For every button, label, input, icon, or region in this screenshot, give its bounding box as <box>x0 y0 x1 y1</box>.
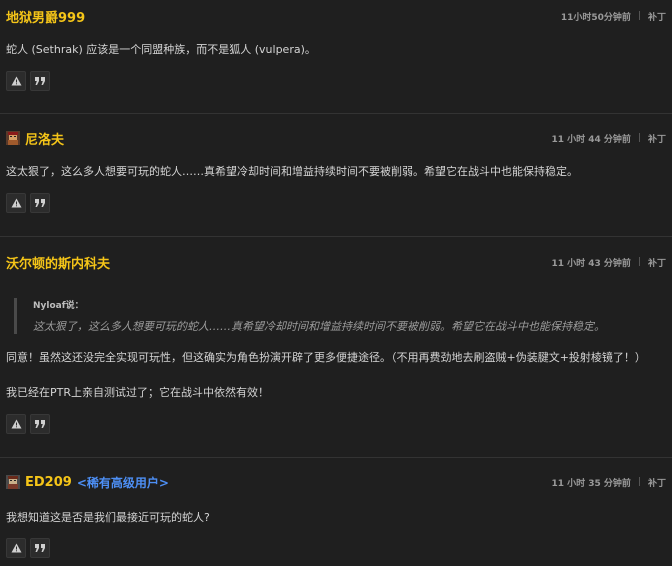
comment-header: 沃尔顿的斯内科夫 11 小时 43 分钟前 | 补丁 <box>6 252 666 272</box>
meta-separator: | <box>637 11 641 21</box>
comment-meta: 11 小时 44 分钟前 | 补丁 <box>551 132 666 145</box>
comment-text: 我已经在PTR上亲自测试过了；它在战斗中依然有效！ <box>6 386 269 399</box>
quote-button[interactable] <box>30 538 50 558</box>
comment: 尼洛夫 11 小时 44 分钟前 | 补丁 这太狠了，这么多人想要可玩的蛇人……… <box>0 128 672 228</box>
timestamp[interactable]: 11 小时 35 分钟前 <box>551 476 630 489</box>
comment-header: 尼洛夫 11 小时 44 分钟前 | 补丁 <box>6 128 666 148</box>
comment-actions <box>6 193 50 213</box>
quote-icon <box>35 77 45 85</box>
character-avatar-icon[interactable] <box>6 475 20 489</box>
comment-actions <box>6 538 50 558</box>
report-button[interactable] <box>6 538 26 558</box>
author-name[interactable]: 沃尔顿的斯内科夫 <box>6 253 110 272</box>
reply-link[interactable]: 补丁 <box>648 476 666 489</box>
comment-actions <box>6 71 50 91</box>
character-avatar-icon[interactable] <box>6 131 20 145</box>
blockquote: Nyloaf说： 这太狠了，这么多人想要可玩的蛇人……真希望冷却时间和增益持续时… <box>14 298 662 334</box>
comment: 沃尔顿的斯内科夫 11 小时 43 分钟前 | 补丁 Nyloaf说： 这太狠了… <box>0 252 672 442</box>
quote-icon <box>35 544 45 552</box>
quote-button[interactable] <box>30 71 50 91</box>
comment-meta: 11 小时 35 分钟前 | 补丁 <box>551 476 666 489</box>
comment-divider <box>0 113 672 114</box>
quote-button[interactable] <box>30 193 50 213</box>
comment-text: 这太狠了，这么多人想要可玩的蛇人……真希望冷却时间和增益持续时间不要被削弱。希望… <box>6 165 578 178</box>
report-button[interactable] <box>6 414 26 434</box>
report-button[interactable] <box>6 71 26 91</box>
quote-text: 这太狠了，这么多人想要可玩的蛇人……真希望冷却时间和增益持续时间不要被削弱。希望… <box>33 320 605 333</box>
quote-author[interactable]: Nyloaf说： <box>33 298 662 311</box>
author-name[interactable]: ED209 <box>25 475 72 490</box>
comment-divider <box>0 457 672 458</box>
comment-header: ED209 <稀有高级用户> 11 小时 35 分钟前 | 补丁 <box>6 472 666 492</box>
timestamp[interactable]: 11 小时 43 分钟前 <box>551 256 630 269</box>
author: 尼洛夫 <box>6 129 64 148</box>
reply-link[interactable]: 补丁 <box>648 10 666 23</box>
reply-link[interactable]: 补丁 <box>648 256 666 269</box>
quote-icon <box>35 199 45 207</box>
comment-actions <box>6 414 50 434</box>
comment-meta: 11小时50分钟前 | 补丁 <box>561 10 666 23</box>
warning-icon <box>11 198 21 208</box>
warning-icon <box>11 543 21 553</box>
comment-meta: 11 小时 43 分钟前 | 补丁 <box>551 256 666 269</box>
timestamp[interactable]: 11 小时 44 分钟前 <box>551 132 630 145</box>
author-name[interactable]: 尼洛夫 <box>25 129 64 148</box>
author: ED209 <稀有高级用户> <box>6 474 169 491</box>
comment-text: 蛇人 (Sethrak) 应该是一个同盟种族，而不是狐人 (vulpera)。 <box>6 43 316 56</box>
comment-text: 同意！虽然这还没完全实现可玩性，但这确实为角色扮演开辟了更多便捷途径。（不用再费… <box>6 351 646 364</box>
warning-icon <box>11 76 21 86</box>
reply-link[interactable]: 补丁 <box>648 132 666 145</box>
comment-text: 我想知道这是否是我们最接近可玩的蛇人? <box>6 511 210 524</box>
meta-separator: | <box>637 133 641 143</box>
comment: 地狱男爵999 11小时50分钟前 | 补丁 蛇人 (Sethrak) 应该是一… <box>0 6 672 106</box>
user-rank-badge: <稀有高级用户> <box>76 475 169 490</box>
comment-divider <box>0 236 672 237</box>
report-button[interactable] <box>6 193 26 213</box>
quote-icon <box>35 420 45 428</box>
timestamp[interactable]: 11小时50分钟前 <box>561 10 631 23</box>
comment-header: 地狱男爵999 11小时50分钟前 | 补丁 <box>6 6 666 26</box>
quote-button[interactable] <box>30 414 50 434</box>
meta-separator: | <box>637 477 641 487</box>
comment: ED209 <稀有高级用户> 11 小时 35 分钟前 | 补丁 我想知道这是否… <box>0 472 672 566</box>
meta-separator: | <box>637 257 641 267</box>
author-name[interactable]: 地狱男爵999 <box>6 7 85 26</box>
warning-icon <box>11 419 21 429</box>
